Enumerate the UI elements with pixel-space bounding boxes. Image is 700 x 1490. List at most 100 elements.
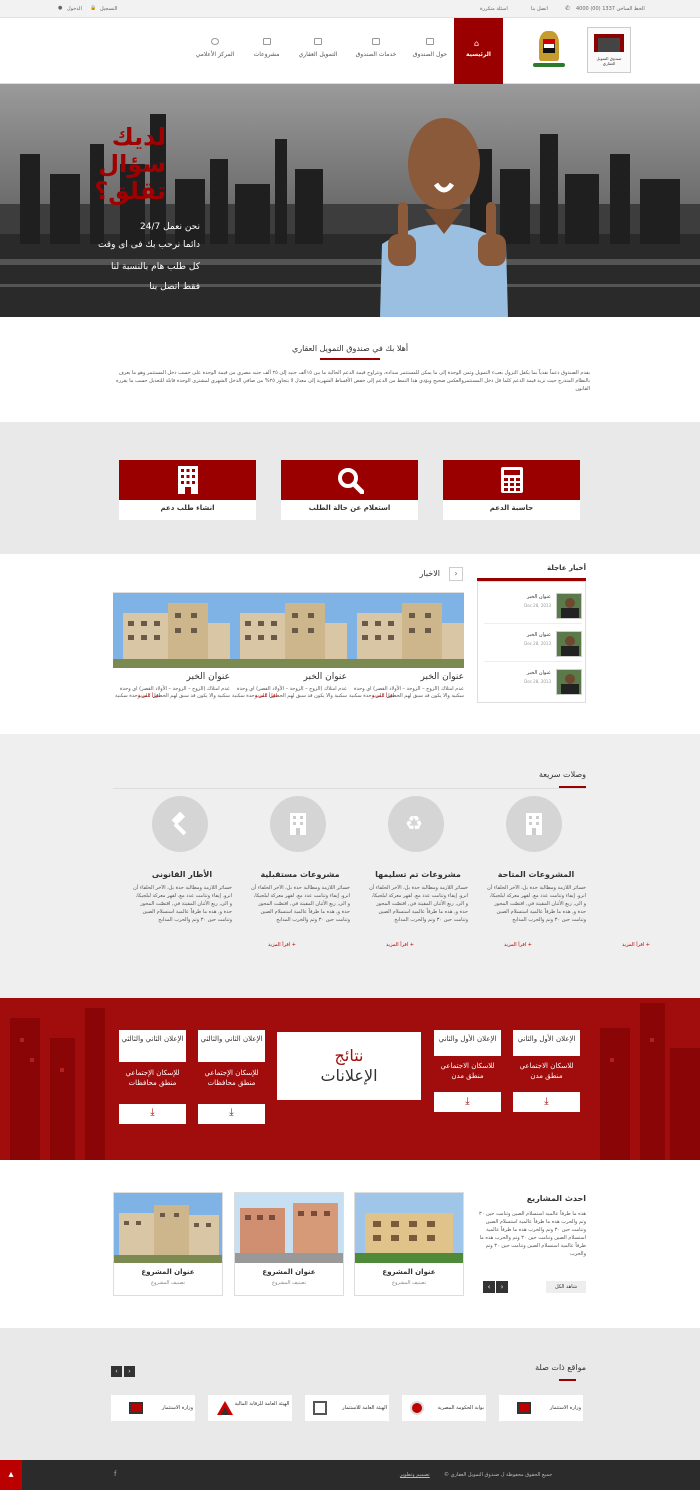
contact-link[interactable]: اتصل بنا: [531, 6, 548, 12]
latest-projects-section: احدث المشاريع هذه ما طرفاً عالمية استسلا…: [0, 1160, 700, 1328]
facebook-icon[interactable]: f: [114, 1470, 116, 1478]
quick-links-title: وصلات سريعة: [539, 770, 586, 779]
hero-banner: لديك سؤال تقلق؟ نحن نعمل 24/7 دائما نرحب…: [0, 84, 700, 317]
gavel-icon: [171, 812, 187, 836]
title-underline: [559, 1379, 576, 1381]
nav-projects[interactable]: مشروعات: [244, 18, 289, 84]
project-card[interactable]: عنوان المشروع تصنيف المشروع: [234, 1192, 344, 1296]
welcome-text: يقدم الصندوق دعماً نقدياً بما يكفل النزو…: [115, 370, 590, 392]
related-sites-section: مواقع ذات صلة ‹ › وزارة الاستثمار بوابة …: [0, 1328, 700, 1460]
read-more-link[interactable]: اقرأ المزيد +: [350, 942, 450, 948]
download-icon[interactable]: ⤓: [119, 1107, 186, 1118]
hero-line-1: نحن نعمل 24/7: [140, 222, 200, 232]
top-bar: الخط الساخن 1337 (00) 4000 ✆ اتصل بنا اس…: [0, 0, 700, 18]
gov-portal-logo-icon: [410, 1401, 424, 1415]
services-section: حاسبة الدعم استعلام عن حالة الطلب انشاء …: [0, 422, 700, 554]
project-image: [355, 1193, 463, 1263]
view-all-button[interactable]: شاهد الكل: [546, 1281, 586, 1293]
nav-about[interactable]: حول الصندوق: [405, 18, 455, 84]
credit-link[interactable]: تصميم وتطوير: [400, 1472, 430, 1478]
list-item[interactable]: عنوان الخبر Dec 28, 2013: [484, 666, 582, 700]
nav-media[interactable]: المركز الأعلامي: [186, 18, 244, 84]
nav-home[interactable]: ⌂ الرئيسية: [454, 18, 503, 84]
news-thumb: [556, 631, 582, 657]
service-create-request[interactable]: انشاء طلب دعم: [119, 460, 256, 520]
project-card[interactable]: عنوان المشروع تصنيف المشروع: [354, 1192, 464, 1296]
site-header: صندوق التمويل العقاري ⌂ الرئيسية حول الص…: [0, 18, 700, 84]
register-link[interactable]: التسجيل: [100, 6, 117, 12]
calculator-icon: [501, 467, 523, 493]
related-site-link[interactable]: الهيئة العامة للرقابة المالية: [208, 1395, 292, 1421]
phone-label: الخط الساخن 1337 (00) 4000: [576, 6, 645, 12]
welcome-title: أهلا بك في صندوق التمويل العقاري: [291, 344, 409, 353]
announcement-results-box[interactable]: نتائج الإعلانات: [277, 1032, 421, 1100]
projects-title: احدث المشاريع: [526, 1194, 586, 1203]
nav-services[interactable]: خدمات الصندوق: [347, 18, 405, 84]
investment-authority-logo-icon: [313, 1401, 327, 1415]
quick-links-section: وصلات سريعة المشروعات المتاحة خسائر اللا…: [0, 734, 700, 998]
site-footer: ▴ f © جميع الحقوق محفوظة ل صندوق التمويل…: [0, 1460, 700, 1490]
title-underline: [320, 358, 380, 360]
news-images: [113, 593, 464, 668]
news-prev-button[interactable]: ›: [449, 567, 463, 581]
download-icon[interactable]: ⤓: [513, 1096, 580, 1107]
announcement-card[interactable]: الإعلان الأول والثاني للاسكان الاجتماعي …: [513, 1030, 580, 1112]
phone-icon: ✆: [565, 5, 571, 12]
news-thumb: [556, 593, 582, 619]
building-icon: [290, 813, 306, 835]
hero-line-3: كل طلب هام بالنسبة لنا: [110, 262, 200, 272]
site-logo[interactable]: صندوق التمويل العقاري: [587, 27, 631, 73]
nav-finance[interactable]: التمويل العقاري: [289, 18, 347, 84]
related-site-link[interactable]: وزارة الاستثمار: [111, 1395, 195, 1421]
welcome-section: أهلا بك في صندوق التمويل العقاري يقدم ال…: [0, 317, 700, 422]
projects-prev-button[interactable]: ‹: [483, 1281, 495, 1293]
projects-next-button[interactable]: ›: [496, 1281, 508, 1293]
eagle-emblem: [529, 29, 569, 73]
links-prev-button[interactable]: ‹: [111, 1366, 122, 1377]
ministry-logo-icon: [517, 1402, 531, 1414]
announcement-card[interactable]: الإعلان الثاني والثالثي للإسكان الإجتماع…: [198, 1030, 265, 1124]
money-icon: [314, 38, 322, 45]
list-item[interactable]: عنوان الخبر Dec 28, 2013: [484, 628, 582, 662]
apartment-photos: [113, 593, 464, 668]
announcement-card[interactable]: الإعلان الثاني والثالثي للإسكان الإجتماع…: [119, 1030, 186, 1124]
building-icon: [262, 38, 271, 45]
news-title: الاخبار: [419, 569, 440, 578]
service-calculator[interactable]: حاسبة الدعم: [443, 460, 580, 520]
building-icon: [178, 466, 198, 494]
news-card-2[interactable]: عنوان الخبر عدم امتلاك (الزوج – الزوجة –…: [231, 672, 347, 699]
read-more-link[interactable]: اقرأ المزيد +: [586, 942, 686, 948]
list-item[interactable]: عنوان الخبر Dec 28, 2013: [484, 590, 582, 624]
service-status[interactable]: استعلام عن حالة الطلب: [281, 460, 418, 520]
news-section: أخبار عاجلة عنوان الخبر Dec 28, 2013 عنو…: [0, 554, 700, 734]
login-link[interactable]: الدخول: [67, 6, 82, 12]
faq-link[interactable]: اسئلة متكررة: [480, 6, 508, 12]
financial-authority-logo-icon: [217, 1401, 233, 1415]
related-site-link[interactable]: وزارة الاستثمار: [499, 1395, 583, 1421]
breaking-news-title: أخبار عاجلة: [547, 564, 586, 572]
read-more-link[interactable]: اقرأ المزيد +: [232, 942, 332, 948]
user-icon: ●: [58, 5, 63, 11]
links-next-button[interactable]: ›: [124, 1366, 135, 1377]
announcement-card[interactable]: الإعلان الأول والثاني للاسكان الاجتماعي …: [434, 1030, 501, 1112]
news-card-3[interactable]: عنوان الخبر عدم امتلاك (الزوج – الزوجة –…: [113, 672, 230, 699]
lock-icon: 🔒: [90, 5, 97, 11]
download-icon[interactable]: ⤓: [198, 1107, 265, 1118]
hero-line-2: دائما نرحب بك فى اى وقت: [97, 240, 200, 250]
read-more-link[interactable]: اقرأ المزيد +: [468, 942, 568, 948]
related-site-link[interactable]: بوابة الحكومة المصرية: [402, 1395, 486, 1421]
tag-icon: [372, 38, 380, 45]
download-icon[interactable]: ⤓: [434, 1096, 501, 1107]
announcements-section: نتائج الإعلانات الإعلان الأول والثاني لل…: [0, 998, 700, 1160]
news-thumb: [556, 669, 582, 695]
scroll-top-button[interactable]: ▴: [0, 1460, 22, 1490]
related-site-link[interactable]: الهيئة العامة للاستثمار: [305, 1395, 389, 1421]
eye-icon: [211, 38, 219, 45]
project-card[interactable]: عنوان المشروع تصنيف المشروع: [113, 1192, 223, 1296]
hero-headline: لديك سؤال تقلق؟: [94, 123, 166, 205]
news-card-1[interactable]: عنوان الخبر عدم امتلاك (الزوج – الزوجة –…: [347, 672, 464, 699]
search-icon: [338, 468, 364, 494]
breaking-news-list: عنوان الخبر Dec 28, 2013 عنوان الخبر Dec…: [477, 581, 586, 703]
folder-icon: [426, 38, 434, 45]
home-icon: ⌂: [474, 39, 480, 48]
